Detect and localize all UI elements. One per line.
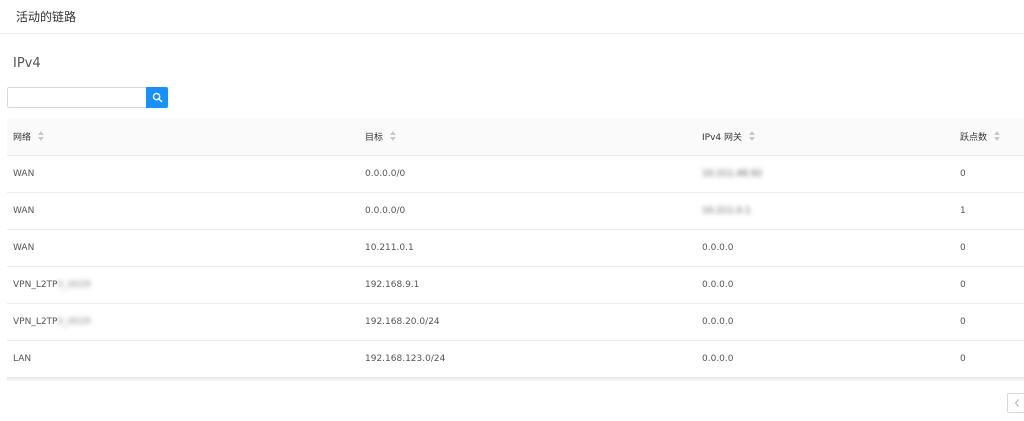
table-row: WAN 0.0.0.0/0 10.211.0.1 1 bbox=[7, 192, 1024, 230]
cell-network: VPN_L2TP0_0029 bbox=[7, 266, 359, 304]
chevron-left-icon bbox=[1014, 399, 1019, 407]
column-label: 网络 bbox=[13, 132, 32, 143]
network-name: LAN bbox=[13, 354, 32, 364]
cell-target: 192.168.20.0/24 bbox=[359, 303, 696, 341]
cell-network: LAN bbox=[7, 340, 359, 378]
routes-table: 网络 目标 IPv4 网关 跃点数 WAN 0.0.0.0/0 10.211.4… bbox=[7, 118, 1024, 378]
cell-metric: 0 bbox=[954, 303, 1024, 341]
cell-gateway: 0.0.0.0 bbox=[696, 340, 954, 378]
cell-metric: 1 bbox=[954, 192, 1024, 230]
cell-gateway: 10.211.48.92 bbox=[696, 155, 954, 193]
network-name: VPN_L2TP bbox=[13, 280, 58, 290]
search-icon bbox=[152, 92, 162, 103]
column-label: 目标 bbox=[365, 132, 384, 143]
search-bar bbox=[7, 87, 168, 108]
pagination-prev-button[interactable] bbox=[1007, 393, 1024, 413]
top-bar: 活动的链路 bbox=[0, 0, 1024, 34]
search-button[interactable] bbox=[146, 87, 168, 108]
network-suffix: 0_0029 bbox=[57, 280, 91, 290]
cell-metric: 0 bbox=[954, 155, 1024, 193]
cell-network: WAN bbox=[7, 155, 359, 193]
cell-target: 0.0.0.0/0 bbox=[359, 192, 696, 230]
sort-icon[interactable] bbox=[749, 130, 755, 144]
table-row: VPN_L2TP0_0029 192.168.9.1 0.0.0.0 0 bbox=[7, 266, 1024, 304]
cell-gateway: 0.0.0.0 bbox=[696, 229, 954, 267]
network-suffix: 0_0029 bbox=[57, 317, 91, 327]
cell-network: WAN bbox=[7, 229, 359, 267]
column-header-network[interactable]: 网络 bbox=[7, 118, 359, 156]
network-name: VPN_L2TP bbox=[13, 317, 58, 327]
horizontal-scrollbar[interactable] bbox=[7, 377, 1024, 381]
sort-icon[interactable] bbox=[38, 130, 45, 144]
cell-metric: 0 bbox=[954, 340, 1024, 378]
column-header-gateway[interactable]: IPv4 网关 bbox=[696, 118, 954, 156]
cell-target: 192.168.123.0/24 bbox=[359, 340, 696, 378]
column-header-metric[interactable]: 跃点数 bbox=[954, 118, 1024, 156]
table-row: WAN 10.211.0.1 0.0.0.0 0 bbox=[7, 229, 1024, 267]
cell-gateway: 0.0.0.0 bbox=[696, 266, 954, 304]
cell-target: 192.168.9.1 bbox=[359, 266, 696, 304]
cell-gateway: 10.211.0.1 bbox=[696, 192, 954, 230]
cell-target: 10.211.0.1 bbox=[359, 229, 696, 267]
sort-icon[interactable] bbox=[994, 130, 1001, 144]
network-name: WAN bbox=[13, 169, 35, 179]
cell-metric: 0 bbox=[954, 229, 1024, 267]
table-row: VPN_L2TP0_0029 192.168.20.0/24 0.0.0.0 0 bbox=[7, 303, 1024, 341]
table-row: LAN 192.168.123.0/24 0.0.0.0 0 bbox=[7, 340, 1024, 378]
column-label: 跃点数 bbox=[960, 132, 988, 143]
table-row: WAN 0.0.0.0/0 10.211.48.92 0 bbox=[7, 155, 1024, 193]
page-title: 活动的链路 bbox=[16, 10, 77, 24]
table-header-row: 网络 目标 IPv4 网关 跃点数 bbox=[7, 118, 1024, 156]
column-header-target[interactable]: 目标 bbox=[359, 118, 696, 156]
search-input[interactable] bbox=[7, 87, 146, 108]
column-label: IPv4 网关 bbox=[702, 132, 742, 143]
cell-network: WAN bbox=[7, 192, 359, 230]
cell-gateway: 0.0.0.0 bbox=[696, 303, 954, 341]
cell-metric: 0 bbox=[954, 266, 1024, 304]
network-name: WAN bbox=[13, 243, 35, 253]
cell-target: 0.0.0.0/0 bbox=[359, 155, 696, 193]
sort-icon[interactable] bbox=[390, 130, 397, 144]
cell-network: VPN_L2TP0_0029 bbox=[7, 303, 359, 341]
section-title: IPv4 bbox=[13, 56, 41, 71]
network-name: WAN bbox=[13, 206, 35, 216]
